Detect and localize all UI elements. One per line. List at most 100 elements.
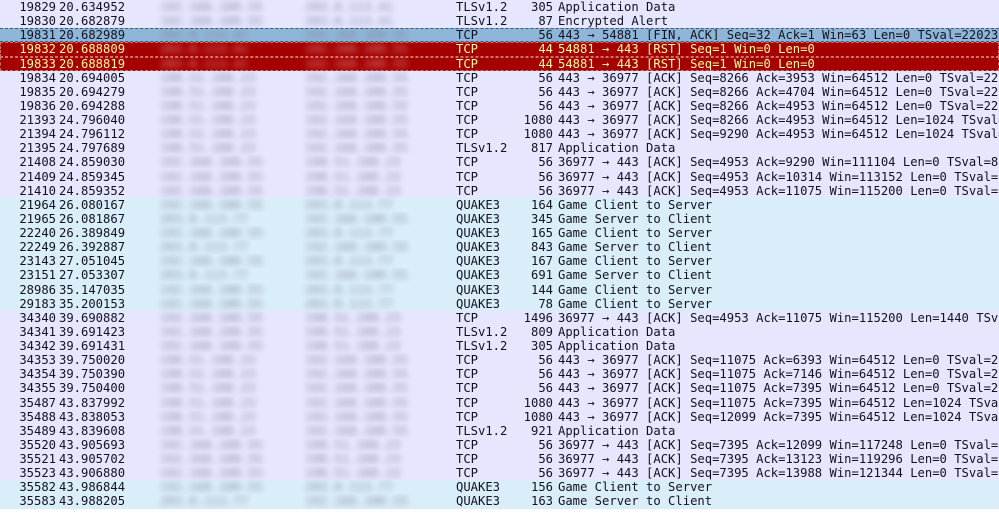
packet-row[interactable]: 35520 43.905693 192.168.100.55 198.51.100.2… xyxy=(0,437,999,452)
packet-number: 22249 xyxy=(19,240,56,255)
packet-destination: 192.168.100.55 xyxy=(305,70,408,85)
packet-time: 43.837992 xyxy=(59,395,126,410)
packet-row[interactable]: 35583 43.988205 203.0.113.77 192.168.100.55… xyxy=(0,494,999,509)
packet-row[interactable]: 21408 24.859030 192.168.100.55 198.51.100.2… xyxy=(0,155,999,170)
packet-row[interactable]: 19834 20.694005 198.51.100.23 192.168.100.5… xyxy=(0,70,999,85)
packet-time: 20.688819 xyxy=(59,56,126,71)
packet-info: 443 → 36977 [ACK] Seq=11075 Ack=7395 Win… xyxy=(558,381,999,396)
packet-source: 192.168.100.55 xyxy=(160,339,263,353)
packet-number: 19829 xyxy=(19,0,56,14)
packet-row[interactable]: 34340 39.690882 192.168.100.55 198.51.100.2… xyxy=(0,310,999,325)
packet-time: 20.694279 xyxy=(59,84,126,99)
packet-number: 19831 xyxy=(19,28,56,41)
packet-row[interactable]: 28986 35.147035 192.168.100.55 203.0.113.77… xyxy=(0,282,999,297)
packet-row[interactable]: 34342 39.691431 192.168.100.55 198.51.100.2… xyxy=(0,339,999,354)
packet-list[interactable]: 19829 20.634952 192.168.100.55 203.0.113.41… xyxy=(0,0,999,515)
packet-row[interactable]: 21394 24.796112 198.51.100.23 192.168.100.5… xyxy=(0,127,999,142)
packet-row[interactable]: 23151 27.053307 203.0.113.77 192.168.100.55… xyxy=(0,268,999,283)
packet-row[interactable]: 35521 43.905702 192.168.100.55 198.51.100.2… xyxy=(0,452,999,467)
packet-length: 843 xyxy=(530,240,553,255)
packet-time: 20.634952 xyxy=(59,0,126,14)
packet-row[interactable]: 21395 24.797689 198.51.100.23 192.168.100.5… xyxy=(0,141,999,156)
packet-row[interactable]: 34341 39.691423 192.168.100.55 198.51.100.2… xyxy=(0,324,999,339)
packet-destination: 203.0.113.77 xyxy=(305,226,394,240)
packet-number: 21408 xyxy=(19,155,56,170)
packet-info: Application Data xyxy=(558,141,676,156)
packet-info: Game Client to Server xyxy=(558,480,713,495)
packet-row[interactable]: 35582 43.986844 192.168.100.55 203.0.113.77… xyxy=(0,480,999,495)
packet-length: 1080 xyxy=(523,127,553,142)
packet-row[interactable]: 21393 24.796040 198.51.100.23 192.168.100.5… xyxy=(0,113,999,128)
packet-row[interactable]: 19832 20.688809 203.0.113.41 192.168.100.55… xyxy=(0,42,999,57)
packet-row[interactable]: 35523 43.906880 192.168.100.55 198.51.100.2… xyxy=(0,466,999,481)
packet-row[interactable]: 21964 26.080167 192.168.100.55 203.0.113.77… xyxy=(0,197,999,212)
packet-row[interactable]: 23143 27.051045 192.168.100.55 203.0.113.77… xyxy=(0,254,999,269)
packet-row[interactable]: 19835 20.694279 198.51.100.23 192.168.100.5… xyxy=(0,84,999,99)
packet-info: Encrypted Alert xyxy=(558,14,669,29)
packet-number: 21393 xyxy=(19,113,56,127)
packet-destination: 203.0.113.77 xyxy=(305,480,394,495)
packet-source: 203.0.113.77 xyxy=(160,240,249,255)
packet-row[interactable]: 19831 20.682989 203.0.113.41 192.168.100.55… xyxy=(0,28,999,43)
packet-length: 44 xyxy=(538,42,553,57)
packet-source: 192.168.100.55 xyxy=(160,197,263,212)
packet-row[interactable]: 21410 24.859352 192.168.100.55 198.51.100.2… xyxy=(0,183,999,198)
packet-info: Game Client to Server xyxy=(558,226,713,240)
packet-row[interactable]: 22240 26.389849 192.168.100.55 203.0.113.77… xyxy=(0,226,999,241)
packet-info: 443 → 36977 [ACK] Seq=8266 Ack=4704 Win=… xyxy=(558,84,999,99)
packet-destination: 192.168.100.55 xyxy=(305,84,408,99)
packet-row[interactable]: 19833 20.688819 203.0.113.41 192.168.100.55… xyxy=(0,56,999,71)
packet-length: 809 xyxy=(530,324,553,339)
packet-row[interactable]: 35488 43.838053 198.51.100.23 192.168.100.5… xyxy=(0,409,999,424)
packet-row[interactable]: 19829 20.634952 192.168.100.55 203.0.113.41… xyxy=(0,0,999,15)
packet-source: 192.168.100.55 xyxy=(160,282,263,297)
packet-source: 192.168.100.55 xyxy=(160,310,263,325)
packet-source: 192.168.100.55 xyxy=(160,183,263,198)
packet-length: 56 xyxy=(538,381,553,396)
packet-destination: 198.51.100.23 xyxy=(305,310,401,325)
packet-row[interactable]: 34353 39.750020 198.51.100.23 192.168.100.5… xyxy=(0,353,999,368)
packet-number: 35487 xyxy=(19,395,56,410)
packet-time: 20.682879 xyxy=(59,14,126,29)
packet-time: 39.690882 xyxy=(59,310,126,325)
packet-source: 203.0.113.41 xyxy=(160,56,249,71)
packet-info: 443 → 36977 [ACK] Seq=11075 Ack=7395 Win… xyxy=(558,395,999,410)
packet-destination: 192.168.100.55 xyxy=(305,113,408,127)
packet-length: 164 xyxy=(530,197,553,212)
packet-number: 35488 xyxy=(19,409,56,424)
packet-row[interactable]: 34355 39.750400 198.51.100.23 192.168.100.5… xyxy=(0,381,999,396)
packet-length: 167 xyxy=(530,254,553,269)
packet-row[interactable]: 34354 39.750390 198.51.100.23 192.168.100.5… xyxy=(0,367,999,382)
packet-number: 19834 xyxy=(19,70,56,85)
packet-row[interactable]: 21965 26.081867 203.0.113.77 192.168.100.55… xyxy=(0,211,999,226)
packet-row[interactable]: 29183 35.200153 192.168.100.55 203.0.113.77… xyxy=(0,296,999,311)
packet-info: 36977 → 443 [ACK] Seq=7395 Ack=13123 Win… xyxy=(558,452,999,466)
packet-info: Game Client to Server xyxy=(558,296,713,311)
packet-info: Application Data xyxy=(558,339,676,353)
packet-info: 36977 → 443 [ACK] Seq=7395 Ack=12099 Win… xyxy=(558,437,999,452)
packet-row[interactable]: 21409 24.859345 192.168.100.55 198.51.100.2… xyxy=(0,169,999,184)
packet-destination: 192.168.100.55 xyxy=(305,98,408,113)
packet-source: 192.168.100.55 xyxy=(160,466,263,481)
packet-time: 35.147035 xyxy=(59,282,126,297)
packet-time: 27.053307 xyxy=(59,268,126,283)
packet-source: 192.168.100.55 xyxy=(160,226,263,240)
packet-row[interactable]: 19830 20.682879 192.168.100.55 203.0.113.41… xyxy=(0,14,999,29)
packet-time: 20.682989 xyxy=(59,28,126,41)
packet-row[interactable]: 35487 43.837992 198.51.100.23 192.168.100.5… xyxy=(0,395,999,410)
packet-time: 39.750020 xyxy=(59,353,126,368)
packet-destination: 192.168.100.55 xyxy=(305,494,408,509)
packet-row[interactable]: 19836 20.694288 198.51.100.23 192.168.100.5… xyxy=(0,98,999,113)
packet-info: 443 → 36977 [ACK] Seq=8266 Ack=4953 Win=… xyxy=(558,98,999,113)
packet-info: Game Server to Client xyxy=(558,211,713,226)
packet-row[interactable]: 35489 43.839608 198.51.100.23 192.168.100.5… xyxy=(0,423,999,438)
packet-source: 192.168.100.55 xyxy=(160,254,263,269)
packet-row[interactable]: 22249 26.392887 203.0.113.77 192.168.100.55… xyxy=(0,240,999,255)
packet-source: 198.51.100.23 xyxy=(160,423,256,438)
packet-destination: 203.0.113.77 xyxy=(305,296,394,311)
packet-info: Application Data xyxy=(558,423,676,438)
packet-destination: 203.0.113.77 xyxy=(305,254,394,269)
packet-length: 1080 xyxy=(523,409,553,424)
packet-source: 192.168.100.55 xyxy=(160,0,263,14)
packet-length: 56 xyxy=(538,28,553,41)
